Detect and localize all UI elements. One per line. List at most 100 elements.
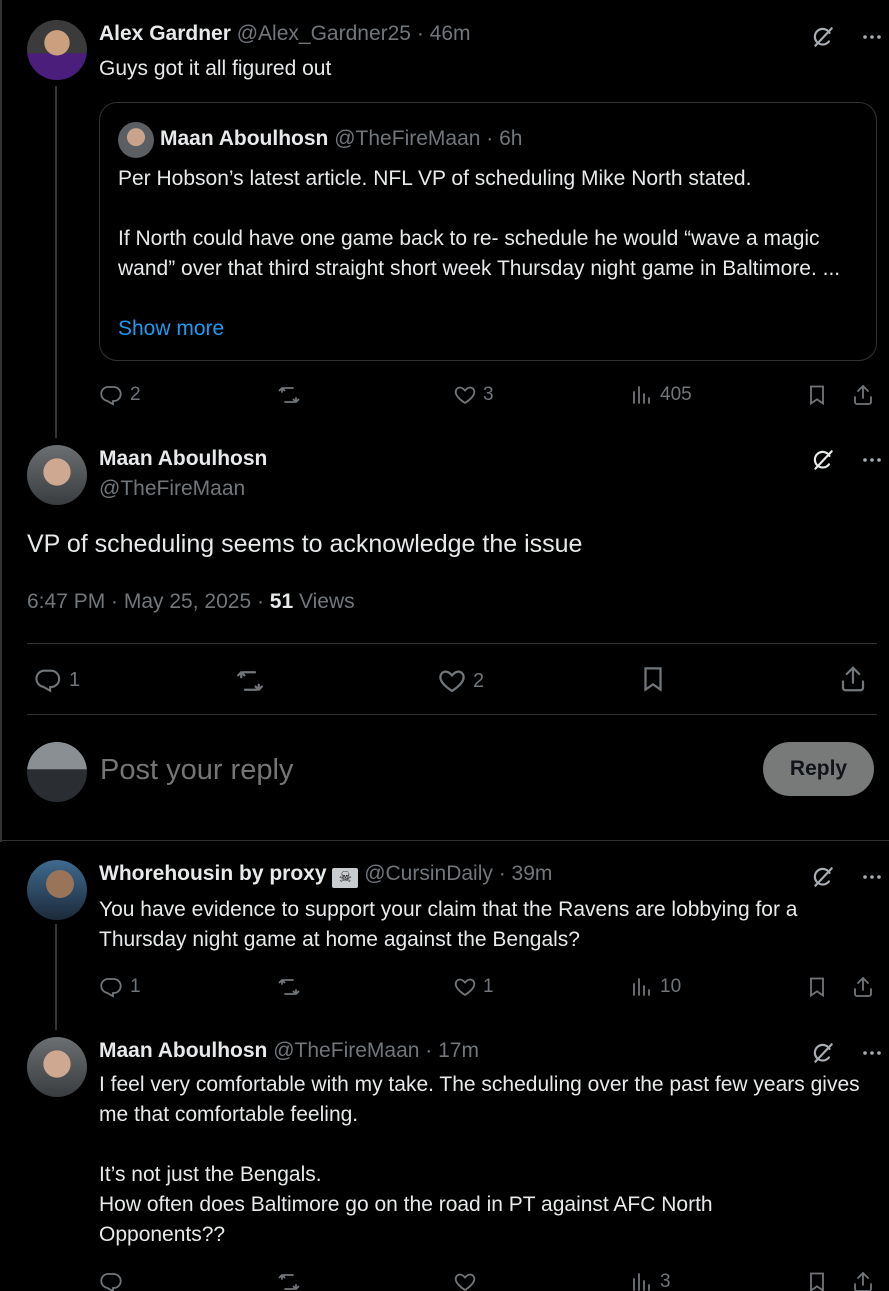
- reply-icon: [100, 383, 124, 407]
- quote-text-para2: If North could have one game back to re-…: [118, 227, 841, 280]
- bookmark-icon: [805, 383, 829, 407]
- more-icon[interactable]: [860, 448, 884, 472]
- author-handle[interactable]: @CursinDaily: [364, 862, 493, 885]
- show-more-link[interactable]: Show more: [118, 314, 224, 344]
- post-header: Maan Aboulhosn @TheFireMaan · 17m: [99, 1039, 479, 1063]
- main-post-text: VP of scheduling seems to acknowledge th…: [27, 530, 583, 558]
- repost-icon: [277, 383, 301, 407]
- reply-count: 1: [69, 668, 81, 691]
- post-text-para2: It’s not just the Bengals.: [99, 1163, 322, 1186]
- author-name[interactable]: Maan Aboulhosn: [99, 1039, 267, 1062]
- post-header-icons: [810, 447, 884, 473]
- like-action[interactable]: 3: [453, 383, 494, 407]
- share-action[interactable]: [838, 664, 868, 694]
- reply-icon: [100, 1270, 124, 1291]
- left-border: [0, 0, 2, 842]
- share-icon: [851, 1270, 875, 1291]
- bookmark-icon: [805, 1270, 829, 1291]
- reply-action[interactable]: 1: [100, 975, 141, 999]
- bookmark-icon: [805, 975, 829, 999]
- repost-action[interactable]: [277, 975, 301, 999]
- post-text-para3: How often does Baltimore go on the road …: [99, 1193, 713, 1246]
- like-action[interactable]: 2: [437, 666, 484, 696]
- divider: [27, 643, 877, 644]
- grok-icon[interactable]: [810, 24, 836, 50]
- post-time[interactable]: · 46m: [417, 22, 471, 45]
- share-icon: [851, 975, 875, 999]
- skull-badge-icon: ☠: [332, 868, 359, 888]
- divider: [27, 714, 877, 715]
- grok-icon[interactable]: [810, 864, 836, 890]
- quote-header: Maan Aboulhosn @TheFireMaan · 6h: [160, 127, 522, 151]
- repost-icon: [277, 1270, 301, 1291]
- like-count: 2: [473, 669, 485, 692]
- repost-action[interactable]: [235, 666, 265, 696]
- views-label: Views: [293, 590, 355, 613]
- reply-count: 1: [130, 976, 141, 997]
- more-icon[interactable]: [860, 1041, 884, 1065]
- share-action[interactable]: [851, 1270, 875, 1291]
- section-divider: [0, 840, 889, 841]
- bookmark-action[interactable]: [638, 664, 668, 694]
- share-action[interactable]: [851, 383, 875, 407]
- views-icon: [630, 383, 654, 407]
- post-time[interactable]: · 39m: [499, 862, 553, 885]
- post-time[interactable]: · 17m: [425, 1039, 479, 1062]
- quote-time: · 6h: [486, 127, 523, 150]
- views-count: 51: [269, 590, 294, 613]
- quoted-post[interactable]: Maan Aboulhosn @TheFireMaan · 6h Per Hob…: [99, 102, 877, 361]
- reply-action[interactable]: [100, 1270, 124, 1291]
- views-action[interactable]: 3: [630, 1270, 671, 1291]
- reply-icon: [100, 975, 124, 999]
- grok-icon[interactable]: [810, 447, 836, 473]
- author-name[interactable]: Alex Gardner: [99, 22, 231, 45]
- repost-action[interactable]: [277, 383, 301, 407]
- views-action[interactable]: 405: [630, 383, 692, 407]
- avatar[interactable]: [27, 20, 87, 80]
- timestamp-text[interactable]: 6:47 PM · May 25, 2025 ·: [27, 590, 270, 613]
- heart-icon: [437, 666, 467, 696]
- like-count: 1: [483, 976, 494, 997]
- view-count: 405: [660, 384, 692, 405]
- more-icon[interactable]: [860, 865, 884, 889]
- share-icon: [851, 383, 875, 407]
- heart-icon: [453, 383, 477, 407]
- repost-icon: [235, 666, 265, 696]
- bookmark-action[interactable]: [805, 383, 829, 407]
- thread-line: [55, 924, 57, 1030]
- views-icon: [630, 975, 654, 999]
- avatar: [118, 122, 154, 158]
- grok-icon[interactable]: [810, 1040, 836, 1066]
- reply-input[interactable]: [100, 748, 740, 792]
- post-header-icons: [810, 24, 884, 50]
- author-handle[interactable]: @Alex_Gardner25: [237, 22, 411, 45]
- author-name[interactable]: Maan Aboulhosn: [99, 447, 267, 471]
- post-header: Whorehousin by proxy ☠ @CursinDaily · 39…: [99, 862, 552, 888]
- bookmark-action[interactable]: [805, 975, 829, 999]
- avatar[interactable]: [27, 860, 87, 920]
- more-icon[interactable]: [860, 25, 884, 49]
- share-icon: [838, 664, 868, 694]
- thread-line: [55, 86, 57, 438]
- like-action[interactable]: [453, 1270, 477, 1291]
- like-count: 3: [483, 384, 494, 405]
- reply-icon: [35, 666, 63, 694]
- share-action[interactable]: [851, 975, 875, 999]
- reply-action[interactable]: 1: [35, 666, 80, 694]
- post-header: Alex Gardner @Alex_Gardner25 · 46m: [99, 22, 471, 46]
- bookmark-icon: [638, 664, 668, 694]
- views-action[interactable]: 10: [630, 975, 681, 999]
- author-name[interactable]: Whorehousin by proxy: [99, 862, 327, 885]
- repost-icon: [277, 975, 301, 999]
- like-action[interactable]: 1: [453, 975, 494, 999]
- reply-button[interactable]: Reply: [763, 742, 874, 796]
- avatar[interactable]: [27, 1037, 87, 1097]
- post-timestamp: 6:47 PM · May 25, 2025 · 51 Views: [27, 590, 355, 614]
- reply-action[interactable]: 2: [100, 383, 141, 407]
- avatar[interactable]: [27, 445, 87, 505]
- repost-action[interactable]: [277, 1270, 301, 1291]
- author-handle[interactable]: @TheFireMaan: [273, 1039, 419, 1062]
- author-handle[interactable]: @TheFireMaan: [99, 477, 245, 501]
- quote-author-handle: @TheFireMaan: [334, 127, 481, 150]
- bookmark-action[interactable]: [805, 1270, 829, 1291]
